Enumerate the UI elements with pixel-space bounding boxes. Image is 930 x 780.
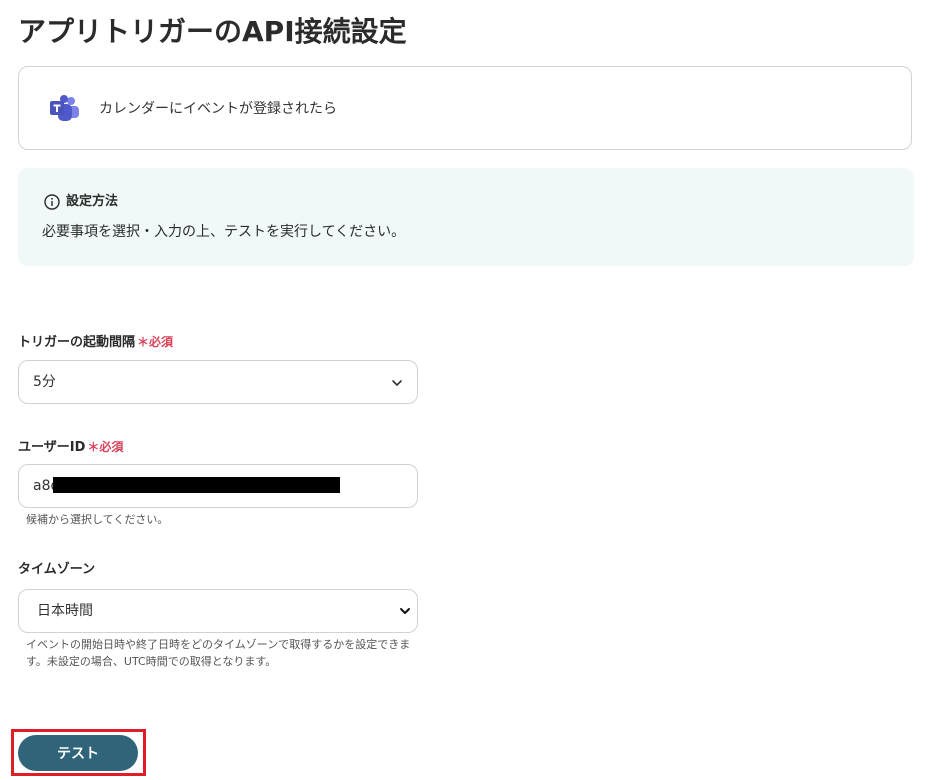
user-id-label: ユーザーID ＊必須 [18,438,123,457]
timezone-hint: イベントの開始日時や終了日時をどのタイムゾーンで取得するかを設定できま す。未設… [26,636,410,670]
timezone-select[interactable]: 日本時間 [18,589,418,633]
redacted-block [53,477,340,493]
user-id-hint: 候補から選択してください。 [26,513,169,526]
test-button[interactable]: テスト [18,735,138,771]
timezone-label: タイムゾーン [18,562,96,577]
interval-label-text: トリガーの起動間隔 [18,335,136,350]
trigger-event-label: カレンダーにイベントが登録されたら [99,101,337,117]
user-id-input[interactable]: a8d [18,464,418,508]
user-id-label-text: ユーザーID [18,440,86,455]
interval-select-value: 5分 [33,374,56,390]
interval-select[interactable]: 5分 [18,360,418,404]
info-icon [44,194,60,210]
interval-label: トリガーの起動間隔 ＊必須 [18,333,173,352]
timezone-hint-line-1: イベントの開始日時や終了日時をどのタイムゾーンで取得するかを設定できま [26,638,411,651]
microsoft-teams-icon [50,95,79,121]
setup-instructions-title: 設定方法 [66,194,119,209]
trigger-app-card: カレンダーにイベントが登録されたら [18,66,912,150]
chevron-down-icon [392,380,402,386]
required-badge: ＊必須 [87,440,124,454]
timezone-select-value: 日本時間 [37,603,93,619]
chevron-down-icon [400,608,410,614]
required-badge: ＊必須 [137,335,174,349]
timezone-hint-line-2: す。未設定の場合、UTC時間での取得となります。 [26,655,277,668]
page: アプリトリガーのAPI接続設定 カレンダーにイベントが登録されたら 設定方法 必… [0,0,930,780]
setup-instructions-box: 設定方法 必要事項を選択・入力の上、テストを実行してください。 [18,168,914,266]
page-title: アプリトリガーのAPI接続設定 [18,15,407,48]
setup-instructions-text: 必要事項を選択・入力の上、テストを実行してください。 [42,224,406,240]
